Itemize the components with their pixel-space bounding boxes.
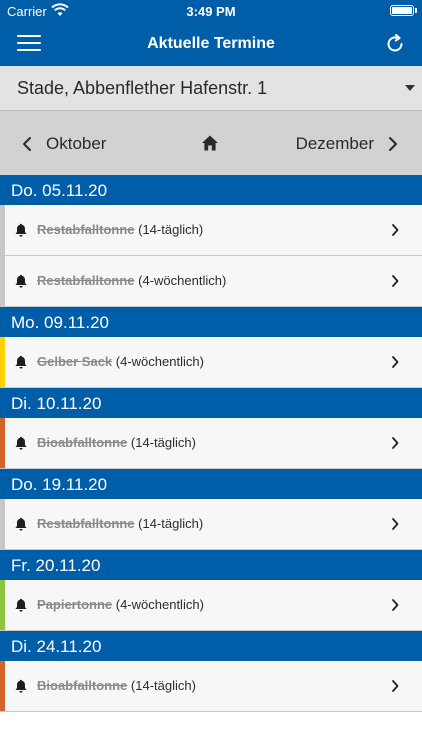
list-item[interactable]: Restabfalltonne (14-täglich) bbox=[0, 205, 422, 256]
waste-type-name: Papiertonne bbox=[37, 597, 113, 612]
chevron-right-icon bbox=[392, 599, 399, 611]
category-color-stripe bbox=[0, 256, 5, 306]
chevron-right-icon bbox=[392, 356, 399, 368]
bell-icon[interactable] bbox=[15, 355, 27, 369]
list-item[interactable]: Restabfalltonne (14-täglich) bbox=[0, 499, 422, 550]
category-color-stripe bbox=[0, 205, 5, 255]
bell-icon[interactable] bbox=[15, 679, 27, 693]
month-nav: Oktober Dezember bbox=[0, 111, 422, 175]
schedule-list: Do. 05.11.20 Restabfalltonne (14-täglich)… bbox=[0, 175, 422, 712]
list-item[interactable]: Gelber Sack (4-wöchentlich) bbox=[0, 337, 422, 388]
item-text: Papiertonne (4-wöchentlich) bbox=[37, 597, 204, 612]
bell-icon[interactable] bbox=[15, 517, 27, 531]
bell-icon[interactable] bbox=[15, 598, 27, 612]
list-item[interactable]: Restabfalltonne (4-wöchentlich) bbox=[0, 256, 422, 307]
item-text: Gelber Sack (4-wöchentlich) bbox=[37, 354, 204, 369]
category-color-stripe bbox=[0, 337, 5, 387]
collection-interval: (14-täglich) bbox=[138, 516, 204, 531]
waste-type-name: Bioabfalltonne bbox=[37, 678, 128, 693]
next-month-label: Dezember bbox=[295, 134, 374, 153]
prev-month-button[interactable]: Oktober bbox=[22, 132, 106, 156]
category-color-stripe bbox=[0, 661, 5, 711]
clock: 3:49 PM bbox=[186, 4, 236, 19]
collection-interval: (4-wöchentlich) bbox=[138, 273, 227, 288]
battery-tip bbox=[415, 8, 417, 13]
date-header: Do. 19.11.20 bbox=[0, 469, 422, 499]
collection-interval: (4-wöchentlich) bbox=[115, 597, 204, 612]
home-icon[interactable] bbox=[201, 134, 219, 152]
collection-interval: (14-täglich) bbox=[130, 678, 196, 693]
battery-icon bbox=[390, 5, 414, 16]
caret-down-icon bbox=[405, 85, 415, 91]
item-text: Bioabfalltonne (14-täglich) bbox=[37, 435, 196, 450]
bell-icon[interactable] bbox=[15, 223, 27, 237]
collection-interval: (4-wöchentlich) bbox=[115, 354, 204, 369]
item-text: Bioabfalltonne (14-täglich) bbox=[37, 678, 196, 693]
status-bar: Carrier 3:49 PM bbox=[0, 0, 422, 22]
date-header: Do. 05.11.20 bbox=[0, 175, 422, 205]
waste-type-name: Restabfalltonne bbox=[37, 222, 135, 237]
date-header: Fr. 20.11.20 bbox=[0, 550, 422, 580]
nav-bar: Aktuelle Termine bbox=[0, 22, 422, 66]
date-header: Di. 24.11.20 bbox=[0, 631, 422, 661]
category-color-stripe bbox=[0, 499, 5, 549]
waste-type-name: Restabfalltonne bbox=[37, 273, 135, 288]
waste-type-name: Bioabfalltonne bbox=[37, 435, 128, 450]
list-item[interactable]: Bioabfalltonne (14-täglich) bbox=[0, 418, 422, 469]
category-color-stripe bbox=[0, 418, 5, 468]
chevron-right-icon bbox=[392, 680, 399, 692]
chevron-right-icon bbox=[392, 437, 399, 449]
chevron-right-icon bbox=[392, 518, 399, 530]
prev-month-label: Oktober bbox=[46, 134, 107, 153]
category-color-stripe bbox=[0, 580, 5, 630]
refresh-icon[interactable] bbox=[384, 33, 406, 55]
date-header: Mo. 09.11.20 bbox=[0, 307, 422, 337]
collection-interval: (14-täglich) bbox=[130, 435, 196, 450]
chevron-right-icon bbox=[392, 224, 399, 236]
chevron-left-icon bbox=[23, 137, 31, 151]
waste-type-name: Gelber Sack bbox=[37, 354, 113, 369]
location-select[interactable]: Stade, Abbenflether Hafenstr. 1 bbox=[0, 66, 422, 111]
list-item[interactable]: Bioabfalltonne (14-täglich) bbox=[0, 661, 422, 712]
bell-icon[interactable] bbox=[15, 436, 27, 450]
next-month-button[interactable]: Dezember bbox=[296, 132, 398, 156]
bell-icon[interactable] bbox=[15, 274, 27, 288]
item-text: Restabfalltonne (14-täglich) bbox=[37, 516, 203, 531]
page-title: Aktuelle Termine bbox=[147, 35, 275, 52]
chevron-right-icon bbox=[392, 275, 399, 287]
waste-type-name: Restabfalltonne bbox=[37, 516, 135, 531]
chevron-right-icon bbox=[389, 137, 397, 151]
item-text: Restabfalltonne (14-täglich) bbox=[37, 222, 203, 237]
location-value: Stade, Abbenflether Hafenstr. 1 bbox=[17, 78, 268, 98]
item-text: Restabfalltonne (4-wöchentlich) bbox=[37, 273, 226, 288]
list-item[interactable]: Papiertonne (4-wöchentlich) bbox=[0, 580, 422, 631]
date-header: Di. 10.11.20 bbox=[0, 388, 422, 418]
collection-interval: (14-täglich) bbox=[138, 222, 204, 237]
